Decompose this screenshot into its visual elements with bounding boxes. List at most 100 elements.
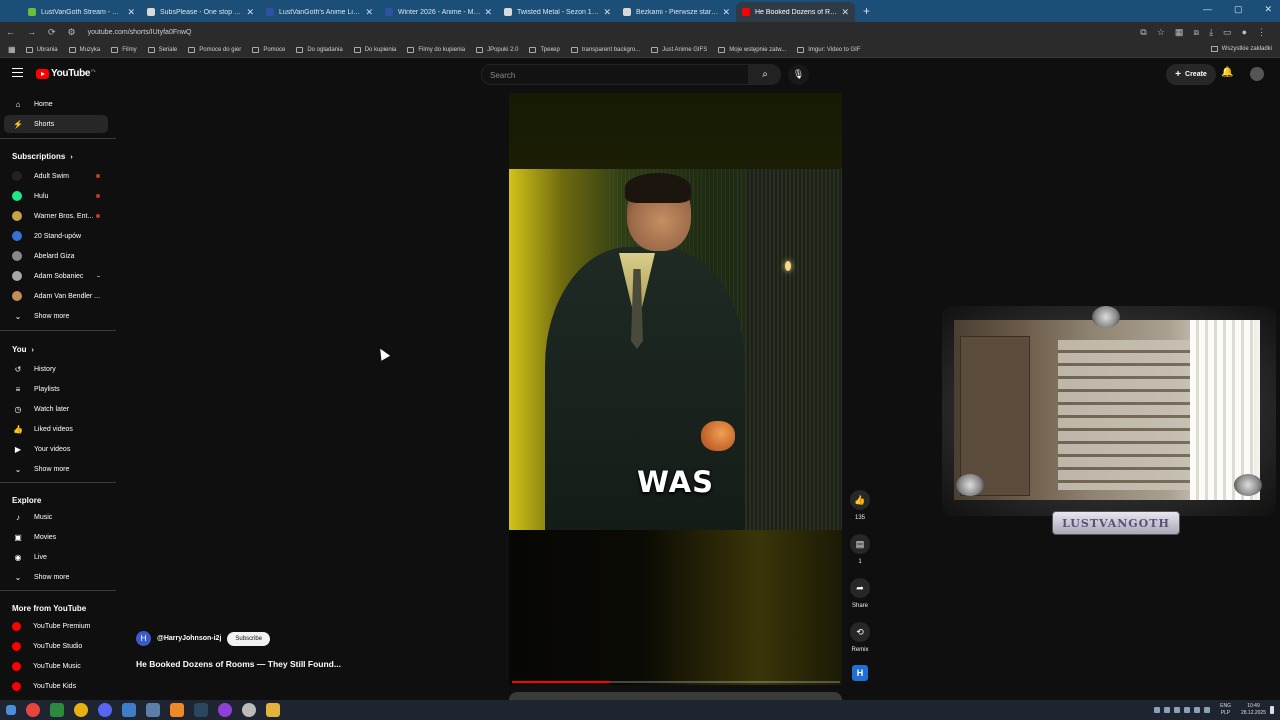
bookmark-item[interactable]: Трекер — [529, 46, 560, 53]
show-more-subscriptions[interactable]: ⌄ Show more — [4, 307, 108, 325]
tab-close-icon[interactable]: ✕ — [365, 7, 373, 18]
site-info-icon[interactable]: ⚙ — [68, 27, 76, 38]
steam-icon[interactable] — [194, 703, 208, 717]
sidebar-item-live[interactable]: ◉ Live — [4, 548, 108, 566]
notification-icon[interactable] — [1270, 706, 1274, 714]
tab-close-icon[interactable]: ✕ — [127, 7, 135, 18]
sidebar-item-youtube-premium[interactable]: YouTube Premium — [4, 617, 108, 635]
app-icon[interactable] — [242, 703, 256, 717]
subscription-item[interactable]: Warner Bros. Ent... — [4, 207, 108, 225]
subscription-item[interactable]: Adult Swim — [4, 167, 108, 185]
bookmark-item[interactable]: transparent backgro... — [570, 46, 640, 53]
like-action[interactable]: 👍 135 — [848, 490, 872, 521]
browser-tab[interactable]: Bezkami - Pierwsze starcie / Th✕ — [617, 2, 736, 22]
bookmark-item[interactable]: Filmy — [111, 46, 137, 53]
sidebar-item-music[interactable]: ♪ Music — [4, 508, 108, 526]
browser-tab[interactable]: SubsPlease - One stop shop fo✕ — [141, 2, 260, 22]
bookmark-item[interactable]: Imgur: Video to GIF — [797, 46, 860, 53]
voice-search-button[interactable]: 🎙 — [788, 64, 809, 85]
close-window-button[interactable]: ✕ — [1264, 4, 1272, 15]
volume-icon[interactable] — [1204, 707, 1211, 713]
you-heading[interactable]: You › — [12, 345, 34, 354]
bookmark-item[interactable]: Pomoce do gier — [188, 46, 241, 53]
language-indicator[interactable]: ENG PLP — [1220, 703, 1231, 717]
reload-icon[interactable]: ⟳ — [48, 27, 56, 38]
browser2-icon[interactable] — [146, 703, 160, 717]
browser-tab[interactable]: He Booked Dozens of Room ✕ — [736, 2, 855, 22]
show-more-you[interactable]: ⌄ Show more — [4, 460, 108, 478]
comments-action[interactable]: ▤ 1 — [848, 534, 872, 565]
tab-close-icon[interactable]: ✕ — [722, 7, 730, 18]
more-from-youtube-heading[interactable]: More from YouTube — [12, 604, 86, 613]
sidebar-item-history[interactable]: ↺ History — [4, 360, 108, 378]
subscription-item[interactable]: Adam Sobaniec — [4, 267, 108, 285]
discord-icon[interactable] — [98, 703, 112, 717]
search-input[interactable]: Search — [481, 64, 749, 85]
share-action[interactable]: ➦ Share — [848, 578, 872, 609]
profile-icon[interactable]: ● — [1242, 27, 1247, 38]
start-icon[interactable] — [6, 705, 16, 715]
notifications-bell-icon[interactable]: 🔔 — [1221, 67, 1233, 78]
subscribe-button[interactable]: Subscribe — [227, 631, 271, 646]
extensions-puzzle-icon[interactable]: ⧈ — [1193, 27, 1199, 38]
channel-avatar[interactable]: H — [136, 631, 151, 646]
tray-icon[interactable] — [1154, 707, 1161, 713]
channel-avatar-small[interactable]: H — [852, 665, 868, 681]
remix-action[interactable]: ⟲ Remix — [848, 622, 872, 653]
obs-icon[interactable] — [218, 703, 232, 717]
clock[interactable]: 10:49 28.12.2025 — [1241, 703, 1266, 717]
tab-close-icon[interactable]: ✕ — [841, 7, 849, 18]
tray-icon[interactable] — [1184, 707, 1191, 713]
sidebar-item-your-videos[interactable]: ▶ Your videos — [4, 440, 108, 458]
norton-icon[interactable] — [74, 703, 88, 717]
browser-tab[interactable]: Winter 2026 - Anime - MyAnim✕ — [379, 2, 498, 22]
bookmark-item[interactable]: Muzyka — [68, 46, 100, 53]
sidebar-item-youtube-music[interactable]: YouTube Music — [4, 657, 108, 675]
terminal-icon[interactable] — [50, 703, 64, 717]
file-explorer-icon[interactable] — [266, 703, 280, 717]
sidebar-item-movies[interactable]: ▣ Movies — [4, 528, 108, 546]
install-app-icon[interactable]: ⧉ — [1140, 27, 1146, 38]
bookmark-item[interactable]: Pomoce — [252, 46, 285, 53]
sidebar-item-shorts[interactable]: ⚡ Shorts — [4, 115, 108, 133]
youtube-logo[interactable]: YouTube PL — [36, 68, 96, 79]
subscription-item[interactable]: Adam Van Bendler ... — [4, 287, 108, 305]
sidebar-item-playlists[interactable]: ≡ Playlists — [4, 380, 108, 398]
browser-tab[interactable]: LustVanGoth's Anime List - My✕ — [260, 2, 379, 22]
vlc-icon[interactable] — [170, 703, 184, 717]
bookmark-item[interactable]: Ubrania — [25, 46, 58, 53]
network-icon[interactable] — [1194, 707, 1201, 713]
tab-close-icon[interactable]: ✕ — [603, 7, 611, 18]
store-icon[interactable] — [122, 703, 136, 717]
bookmark-item[interactable]: Do kupienia — [353, 46, 396, 53]
back-icon[interactable]: ← — [6, 27, 15, 38]
explore-heading[interactable]: Explore — [12, 496, 41, 505]
downloads-icon[interactable]: ⤓ — [1209, 27, 1213, 38]
tab-close-icon[interactable]: ✕ — [246, 7, 254, 18]
sidebar-item-youtube-kids[interactable]: YouTube Kids — [4, 677, 108, 695]
bookmark-star-icon[interactable]: ☆ — [1157, 27, 1165, 38]
sidebar-icon[interactable]: ▭ — [1223, 27, 1232, 38]
tray-icon[interactable] — [1174, 707, 1181, 713]
bookmark-item[interactable]: Do ogladania — [296, 46, 343, 53]
tab-close-icon[interactable]: ✕ — [484, 7, 492, 18]
account-avatar[interactable] — [1250, 67, 1264, 81]
browser-tab[interactable]: LustVanGoth Stream - Watch Li✕ — [22, 2, 141, 22]
new-tab-button[interactable]: + — [863, 4, 870, 18]
channel-handle[interactable]: @HarryJohnson-i2j — [157, 635, 221, 642]
extension-icon[interactable]: ▦ — [1175, 27, 1184, 38]
subscriptions-heading[interactable]: Subscriptions › — [12, 152, 73, 161]
browser-tab[interactable]: Twisted Metal - Sezon 1 Odcin✕ — [498, 2, 617, 22]
bookmark-item[interactable]: Seriale — [147, 46, 177, 53]
short-title[interactable]: He Booked Dozens of Rooms — They Still F… — [136, 659, 341, 669]
forward-icon[interactable]: → — [27, 27, 36, 38]
show-more-explore[interactable]: ⌄ Show more — [4, 568, 108, 586]
menu-icon[interactable] — [12, 68, 23, 77]
maximize-button[interactable]: ▢ — [1234, 4, 1243, 15]
browser-menu-icon[interactable]: ⋮ — [1257, 27, 1266, 38]
tray-icon[interactable] — [1164, 707, 1171, 713]
bookmark-item[interactable]: JPopuki 2.0 — [476, 46, 518, 53]
video-progress-bar[interactable] — [512, 681, 840, 683]
sidebar-item-youtube-studio[interactable]: YouTube Studio — [4, 637, 108, 655]
next-short-peek[interactable] — [509, 692, 842, 700]
